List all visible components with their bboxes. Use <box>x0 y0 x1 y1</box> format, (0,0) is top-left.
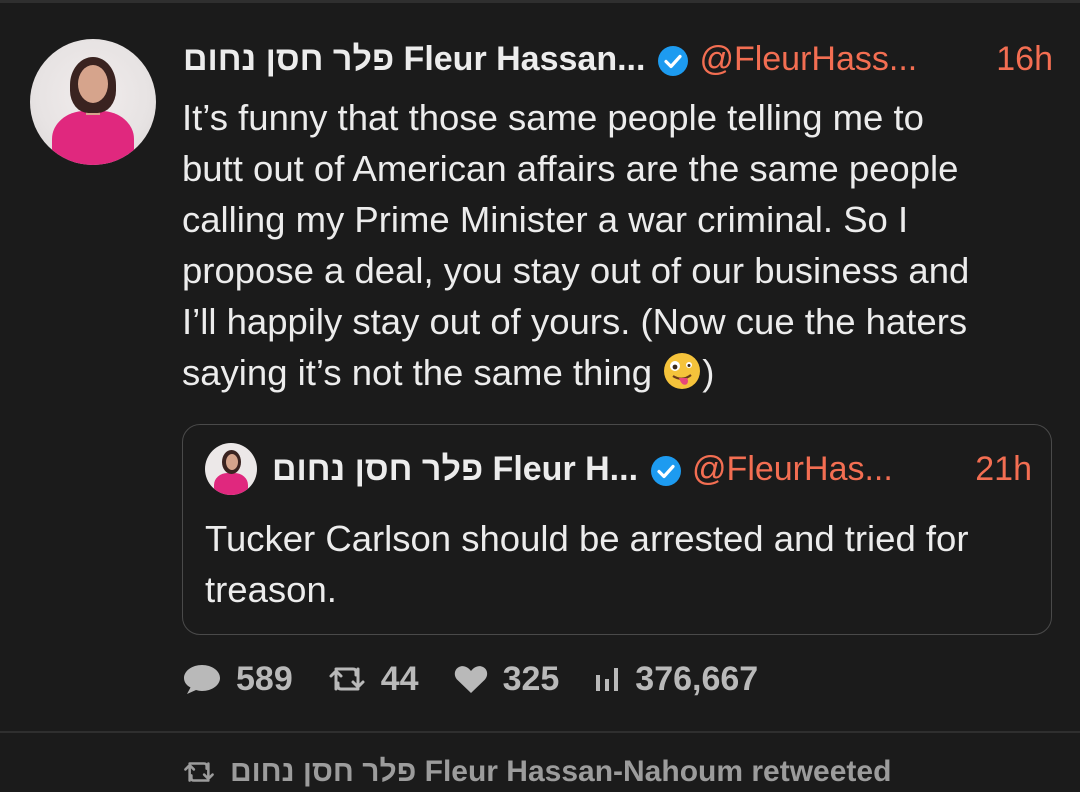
retweeted-by-label: פלר חסן נחום Fleur Hassan-Nahoum retweet… <box>230 755 892 788</box>
retweet-button[interactable]: 44 <box>327 660 419 699</box>
tweet-line: propose a deal, you stay out of our busi… <box>182 250 970 291</box>
tweet-line: calling my Prime Minister a war criminal… <box>182 199 909 240</box>
tweet-actions: 589 44 325 376,667 <box>182 656 792 702</box>
tweet-divider <box>0 731 1080 733</box>
quoted-line: Tucker Carlson should be arrested and tr… <box>205 518 969 559</box>
reply-button[interactable]: 589 <box>182 660 293 699</box>
retweet-count: 44 <box>380 659 419 698</box>
retweet-icon <box>184 762 214 782</box>
author-handle[interactable]: @FleurHass... <box>699 40 917 79</box>
heart-icon <box>454 666 487 693</box>
views-bar-icon <box>596 668 619 691</box>
tweet-line: It’s funny that those same people tellin… <box>182 97 924 138</box>
top-divider <box>0 0 1080 3</box>
tweet-body: It’s funny that those same people tellin… <box>182 92 1062 398</box>
author-avatar[interactable] <box>30 39 156 165</box>
tweet-line: I’ll happily stay out of yours. (Now cue… <box>182 301 968 342</box>
verified-badge-icon <box>657 45 689 77</box>
quoted-tweet-header: פלר חסן נחום Fleur H... @FleurHas... 21h <box>272 445 1032 493</box>
quoted-line: treason. <box>205 569 337 610</box>
retweet-icon <box>329 667 365 691</box>
reply-count: 589 <box>236 659 293 698</box>
like-count: 325 <box>502 659 560 698</box>
quoted-tweet-body: Tucker Carlson should be arrested and tr… <box>205 513 1045 615</box>
tweet-header: פלר חסן נחום Fleur Hassan... @FleurHass.… <box>183 36 1053 82</box>
views-count: 376,667 <box>635 659 759 698</box>
zany-face-emoji-icon <box>662 351 702 391</box>
tweet-time[interactable]: 16h <box>996 40 1053 79</box>
tweet-line: butt out of American affairs are the sam… <box>182 148 959 189</box>
quoted-author-avatar[interactable] <box>205 443 257 495</box>
verified-badge-icon <box>650 455 682 487</box>
tweet-line: saying it’s not the same thing <box>182 352 663 393</box>
author-name[interactable]: פלר חסן נחום Fleur Hassan... <box>183 40 645 79</box>
quoted-author-handle[interactable]: @FleurHas... <box>692 450 893 489</box>
quoted-tweet-time[interactable]: 21h <box>975 450 1032 489</box>
quoted-author-name[interactable]: פלר חסן נחום Fleur H... <box>272 450 638 489</box>
tweet-closing: ) <box>702 352 715 393</box>
views-button[interactable]: 376,667 <box>593 660 758 699</box>
quoted-tweet[interactable]: פלר חסן נחום Fleur H... @FleurHas... 21h… <box>182 424 1052 635</box>
retweeted-by-row[interactable]: פלר חסן נחום Fleur Hassan-Nahoum retweet… <box>182 752 891 792</box>
like-button[interactable]: 325 <box>453 659 560 699</box>
reply-icon <box>184 665 220 694</box>
